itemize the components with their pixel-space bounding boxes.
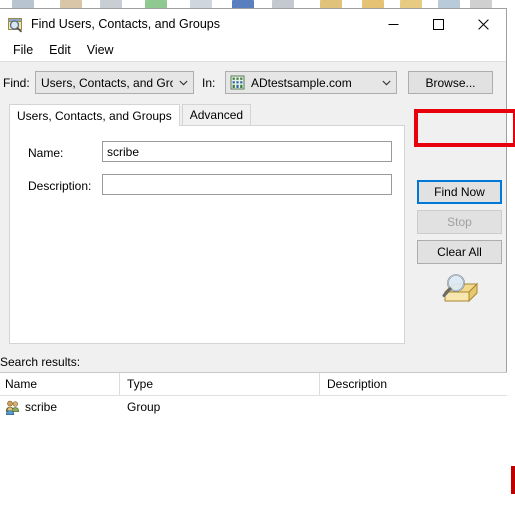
chevron-down-icon (173, 80, 193, 86)
find-type-dropdown[interactable]: Users, Contacts, and Groups (35, 71, 194, 94)
menu-view[interactable]: View (79, 41, 122, 59)
description-input[interactable] (102, 174, 392, 195)
stop-button[interactable]: Stop (417, 210, 502, 234)
cell-name-text: scribe (25, 399, 58, 414)
tab-advanced[interactable]: Advanced (181, 104, 252, 125)
browse-button[interactable]: Browse... (408, 71, 493, 94)
menu-file[interactable]: File (5, 41, 41, 59)
window-controls (371, 9, 506, 39)
name-label: Name: (28, 146, 64, 160)
in-scope-dropdown[interactable]: ADtestsample.com (225, 71, 397, 94)
find-magnifier-icon (7, 16, 24, 33)
window-title: Find Users, Contacts, and Groups (31, 17, 220, 31)
column-header-name[interactable]: Name (0, 373, 120, 395)
maximize-button[interactable] (416, 9, 461, 39)
cell-description (320, 396, 507, 417)
tab-users-contacts-groups[interactable]: Users, Contacts, and Groups (9, 104, 180, 126)
find-row: Find: Users, Contacts, and Groups In: (0, 71, 506, 95)
column-header-description[interactable]: Description (320, 373, 507, 395)
search-results-listview[interactable]: Name Type Description scribe Group (0, 372, 507, 513)
tab-panel: Name: scribe Description: (9, 125, 405, 344)
group-users-icon (5, 399, 21, 415)
description-label: Description: (28, 179, 92, 193)
name-input[interactable]: scribe (102, 141, 392, 162)
magnifier-folders-icon (439, 270, 481, 308)
table-row[interactable]: scribe Group (0, 396, 507, 417)
find-label: Find: (3, 76, 30, 90)
find-dialog-window: Find Users, Contacts, and Groups File Ed… (0, 8, 507, 513)
clear-all-button[interactable]: Clear All (417, 240, 502, 264)
chevron-down-icon (376, 80, 396, 86)
menu-edit[interactable]: Edit (41, 41, 79, 59)
window-body: Find: Users, Contacts, and Groups In: (0, 61, 507, 513)
cell-type: Group (127, 399, 161, 414)
domain-icon (229, 74, 246, 91)
search-tab-control: Users, Contacts, and Groups Advanced Nam… (9, 104, 405, 344)
column-header-type[interactable]: Type (120, 373, 320, 395)
minimize-button[interactable] (371, 9, 416, 39)
menu-bar: File Edit View (0, 39, 506, 61)
in-label: In: (202, 76, 216, 90)
offscreen-red-marker (511, 466, 515, 494)
window-titlebar: Find Users, Contacts, and Groups (0, 9, 506, 39)
tab-strip: Users, Contacts, and Groups Advanced (9, 104, 252, 126)
close-button[interactable] (461, 9, 506, 39)
search-results-label: Search results: (0, 355, 81, 369)
find-type-value: Users, Contacts, and Groups (41, 75, 173, 90)
find-now-button[interactable]: Find Now (417, 180, 502, 204)
in-scope-value: ADtestsample.com (251, 75, 352, 90)
cell-name: scribe (0, 396, 120, 417)
listview-header: Name Type Description (0, 373, 507, 396)
